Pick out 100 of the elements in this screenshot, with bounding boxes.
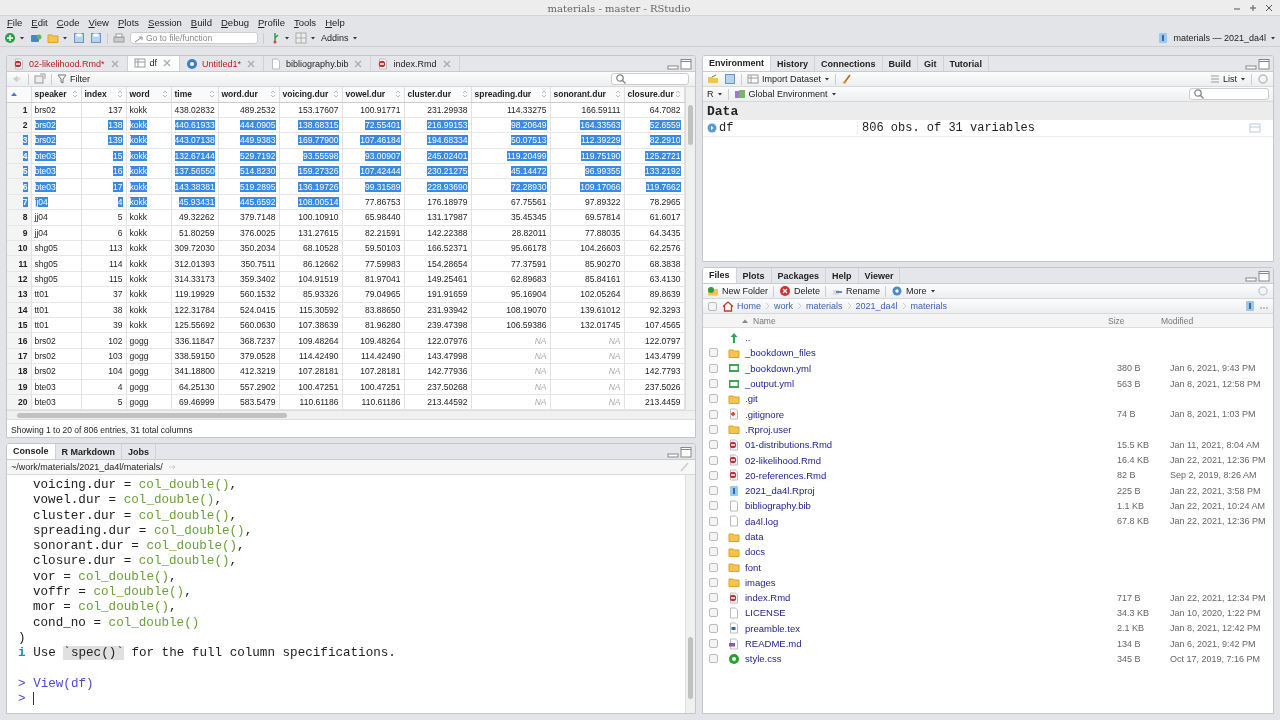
file-link[interactable]: .gitignore <box>745 408 785 420</box>
arrow-icon[interactable] <box>167 463 176 471</box>
column-header[interactable]: Name <box>753 315 1108 326</box>
checkbox[interactable] <box>709 424 718 434</box>
file-link[interactable]: _output.yml <box>745 378 795 390</box>
open-file-button[interactable] <box>47 32 68 44</box>
checkbox[interactable] <box>709 547 718 557</box>
save-icon[interactable] <box>73 32 85 44</box>
file-link[interactable]: style.css <box>745 653 782 665</box>
checkbox[interactable] <box>709 455 718 465</box>
tab[interactable]: History <box>771 56 816 71</box>
tab[interactable]: Packages <box>771 268 827 283</box>
save-icon[interactable] <box>724 73 736 85</box>
back-icon[interactable] <box>11 73 23 85</box>
file-link[interactable]: preamble.tex <box>745 622 800 634</box>
checkbox[interactable] <box>709 363 718 373</box>
file-link[interactable]: da4l.log <box>745 515 779 527</box>
file-link[interactable]: 2021_da4l.Rproj <box>745 485 815 497</box>
file-link[interactable]: data <box>745 531 764 542</box>
checkbox[interactable] <box>709 501 718 511</box>
breadcrumb-link[interactable]: materials <box>806 301 843 311</box>
column-header[interactable]: speaker <box>31 87 81 102</box>
tab[interactable]: Connections <box>815 56 883 71</box>
checkbox[interactable] <box>709 516 718 526</box>
menu-item[interactable]: Plots <box>117 17 140 28</box>
new-file-button[interactable] <box>4 32 25 44</box>
save-icon[interactable] <box>90 32 102 44</box>
checkbox[interactable] <box>709 577 718 587</box>
table-icon[interactable] <box>1249 122 1261 134</box>
toolbar-button[interactable]: New Folder <box>707 285 768 297</box>
checkbox[interactable] <box>709 593 718 603</box>
menu-item[interactable]: Session <box>148 17 182 28</box>
toolbar-button[interactable]: Delete <box>779 285 821 297</box>
checkbox[interactable] <box>709 608 718 618</box>
filter-button[interactable]: Filter <box>57 74 90 84</box>
menu-item[interactable]: Profile <box>258 17 285 28</box>
refresh-icon[interactable] <box>1257 73 1269 85</box>
tab[interactable]: Files <box>703 268 737 283</box>
open-icon[interactable] <box>707 73 719 85</box>
file-link[interactable]: _bookdown.yml <box>745 362 811 374</box>
file-link[interactable]: .Rproj.user <box>745 423 792 435</box>
file-link[interactable]: LICENSE <box>745 607 786 619</box>
checkbox[interactable] <box>709 470 718 480</box>
menu-item[interactable]: Tools <box>293 17 317 28</box>
tab[interactable]: index.Rmd <box>371 56 460 71</box>
search-field[interactable] <box>611 73 689 85</box>
checkbox[interactable] <box>709 486 718 496</box>
file-link[interactable]: README.md <box>745 638 802 650</box>
maximize-icon[interactable] <box>1248 3 1258 13</box>
view-mode-button[interactable]: List <box>1210 74 1246 84</box>
project-menu[interactable]: materials — 2021_da4l <box>1173 33 1266 43</box>
menu-item[interactable]: Edit <box>31 17 48 28</box>
file-link[interactable]: index.Rmd <box>745 592 791 604</box>
column-header[interactable]: word <box>126 87 171 102</box>
tab[interactable]: R Markdown <box>55 444 123 459</box>
language-menu[interactable]: R <box>707 89 723 99</box>
layout-button[interactable] <box>295 32 316 44</box>
file-link[interactable]: .. <box>745 332 751 344</box>
scrollbar[interactable] <box>7 410 695 420</box>
breadcrumb-link[interactable]: materials <box>910 301 948 311</box>
checkbox[interactable] <box>709 440 718 450</box>
variable-name[interactable]: df <box>719 121 734 135</box>
close-icon[interactable] <box>1264 3 1274 13</box>
tab[interactable]: Git <box>918 56 944 71</box>
file-link[interactable]: docs <box>745 546 766 558</box>
column-header[interactable]: Size <box>1108 315 1161 326</box>
toolbar-button[interactable]: Rename <box>831 285 881 297</box>
column-header[interactable]: word.dur <box>218 87 279 102</box>
tab[interactable]: Console <box>7 444 56 459</box>
search-field[interactable] <box>1189 88 1269 100</box>
menu-item[interactable]: Build <box>190 17 212 28</box>
file-link[interactable]: 02-likelihood.Rmd <box>745 454 822 466</box>
tab[interactable]: Tutorial <box>943 56 989 71</box>
column-header[interactable]: Modified <box>1161 315 1194 326</box>
column-header[interactable]: cluster.dur <box>404 87 471 102</box>
tab[interactable]: bibliography.bib <box>264 56 372 71</box>
column-header[interactable]: voicing.dur <box>279 87 342 102</box>
column-header[interactable]: spreading.dur <box>471 87 550 102</box>
tab[interactable]: Environment <box>703 56 771 71</box>
file-link[interactable]: bibliography.bib <box>745 500 811 512</box>
menu-item[interactable]: Help <box>325 17 345 28</box>
search-field[interactable]: Go to file/function <box>130 32 258 44</box>
menu-item[interactable]: Code <box>56 17 80 28</box>
breadcrumb-link[interactable]: 2021_da4l <box>855 301 898 311</box>
maximize-icon[interactable] <box>1258 57 1270 70</box>
checkbox[interactable] <box>709 532 718 541</box>
file-link[interactable]: .git <box>745 393 758 405</box>
toolbar-button[interactable]: More <box>891 285 936 297</box>
expand-icon[interactable] <box>707 123 717 133</box>
tab[interactable]: Jobs <box>122 444 157 459</box>
print-icon[interactable] <box>113 32 125 44</box>
tab[interactable]: Help <box>826 268 859 283</box>
tab[interactable]: Untitled1* <box>180 56 265 71</box>
breadcrumb-link[interactable]: work <box>774 301 794 311</box>
checkbox[interactable] <box>709 379 718 389</box>
environment-menu[interactable]: Global Environment <box>733 88 837 100</box>
checkbox[interactable] <box>709 623 718 633</box>
checkbox[interactable] <box>709 348 718 358</box>
project-icon[interactable] <box>1244 300 1256 312</box>
menu-item[interactable]: File <box>7 17 23 28</box>
